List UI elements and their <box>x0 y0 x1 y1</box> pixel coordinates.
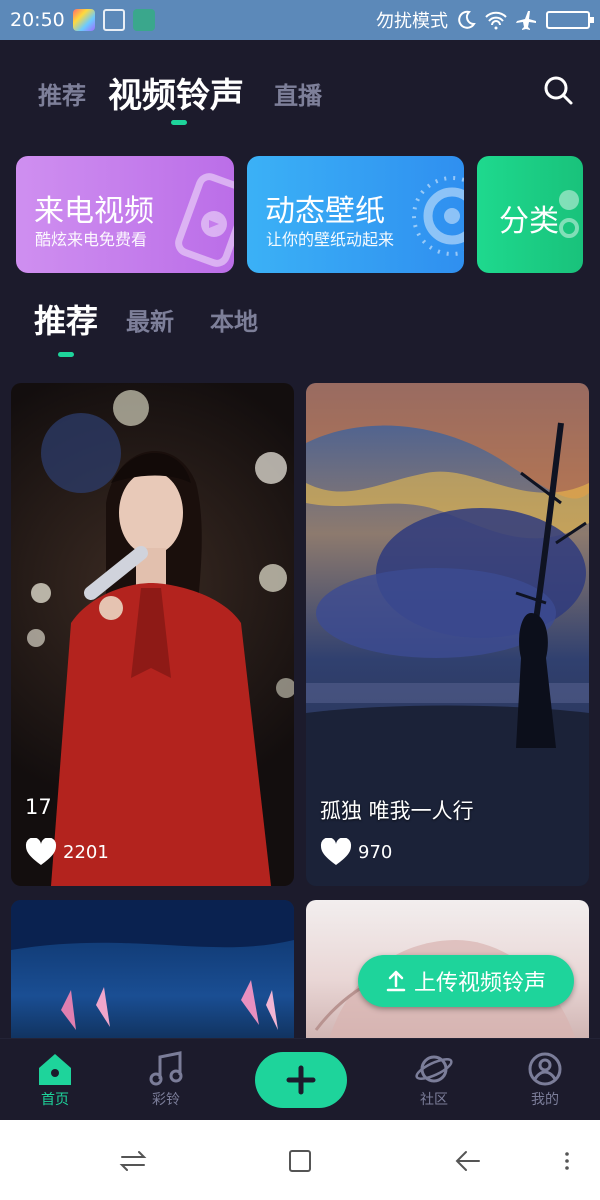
upload-video-ringtone-button[interactable]: 上传视频铃声 <box>358 955 574 1007</box>
switch-icon[interactable] <box>118 1146 148 1176</box>
battery-icon <box>546 11 594 29</box>
video-thumbnail <box>11 900 294 1030</box>
video-card[interactable] <box>11 900 294 1038</box>
feature-cards: 来电视频 酷炫来电免费看 动态壁纸 让你的壁纸动起来 分类 <box>16 156 600 274</box>
tab-live[interactable]: 直播 <box>274 76 322 111</box>
tab-video-ringtone[interactable]: 视频铃声 <box>108 68 244 117</box>
nav-label: 我的 <box>531 1092 559 1108</box>
airplane-icon <box>516 11 536 30</box>
wifi-icon <box>485 11 507 30</box>
usb-icon <box>132 9 155 31</box>
video-thumbnail <box>27 390 294 886</box>
video-title: 17 <box>25 795 52 819</box>
card-title: 动态壁纸 <box>265 194 385 229</box>
nav-label: 首页 <box>41 1092 69 1108</box>
top-tabs: 推荐 视频铃声 直播 <box>0 62 600 132</box>
music-note-icon <box>149 1051 183 1086</box>
wallpaper-ring-icon <box>412 176 464 256</box>
video-likes[interactable]: 970 <box>320 838 392 866</box>
status-bar: 20:50 勿扰模式 <box>0 0 600 40</box>
status-right: 勿扰模式 <box>376 7 594 33</box>
video-likes[interactable]: 2201 <box>25 838 109 866</box>
upload-label: 上传视频铃声 <box>413 971 546 996</box>
upload-icon <box>386 970 406 992</box>
nav-label: 社区 <box>420 1092 448 1108</box>
user-icon <box>528 1052 562 1086</box>
sub-tabs: 推荐 最新 本地 <box>0 292 600 358</box>
heart-icon <box>320 838 352 865</box>
app-notification-icon <box>72 9 95 31</box>
subtab-latest[interactable]: 最新 <box>126 302 174 337</box>
status-time: 20:50 <box>10 9 65 31</box>
nav-ringtone[interactable]: 彩铃 <box>126 1051 206 1109</box>
home-icon <box>39 1054 71 1085</box>
card-subtitle: 酷炫来电免费看 <box>35 230 148 249</box>
category-card[interactable]: 分类 <box>477 156 583 273</box>
bottom-nav: 首页 彩铃 社区 我的 <box>0 1038 600 1120</box>
video-card[interactable]: 17 2201 <box>11 383 294 886</box>
card-title: 来电视频 <box>34 194 154 229</box>
plus-icon <box>286 1065 316 1095</box>
subtab-local[interactable]: 本地 <box>210 302 258 337</box>
tab-recommend[interactable]: 推荐 <box>38 76 86 111</box>
live-wallpaper-card[interactable]: 动态壁纸 让你的壁纸动起来 <box>247 156 464 273</box>
heart-icon <box>25 838 57 865</box>
clean-notification-icon <box>102 9 125 31</box>
search-icon[interactable] <box>542 74 574 106</box>
video-title: 孤独 唯我一人行 <box>320 799 474 823</box>
back-icon[interactable] <box>452 1146 482 1176</box>
nav-home[interactable]: 首页 <box>15 1051 95 1109</box>
moon-icon <box>458 10 476 29</box>
system-nav-bar <box>0 1120 600 1200</box>
like-count: 970 <box>358 841 393 863</box>
video-grid: 17 2201 孤独 唯我一人行 970 <box>11 383 589 1038</box>
nav-community[interactable]: 社区 <box>394 1051 474 1109</box>
home-square-icon[interactable] <box>285 1146 315 1176</box>
subtab-recommend[interactable]: 推荐 <box>34 296 98 342</box>
video-card[interactable]: 孤独 唯我一人行 970 <box>306 383 589 886</box>
active-tab-indicator <box>171 120 187 125</box>
active-subtab-indicator <box>58 352 74 357</box>
card-subtitle: 让你的壁纸动起来 <box>266 230 395 249</box>
like-count: 2201 <box>63 841 109 863</box>
card-title: 分类 <box>499 204 559 239</box>
add-button[interactable] <box>255 1052 347 1108</box>
dnd-label: 勿扰模式 <box>376 11 448 32</box>
nav-me[interactable]: 我的 <box>505 1051 585 1109</box>
phone-video-icon <box>175 173 234 267</box>
nav-label: 彩铃 <box>152 1092 180 1108</box>
planet-icon <box>415 1055 453 1083</box>
menu-icon[interactable] <box>552 1146 582 1176</box>
incoming-call-video-card[interactable]: 来电视频 酷炫来电免费看 <box>16 156 234 273</box>
